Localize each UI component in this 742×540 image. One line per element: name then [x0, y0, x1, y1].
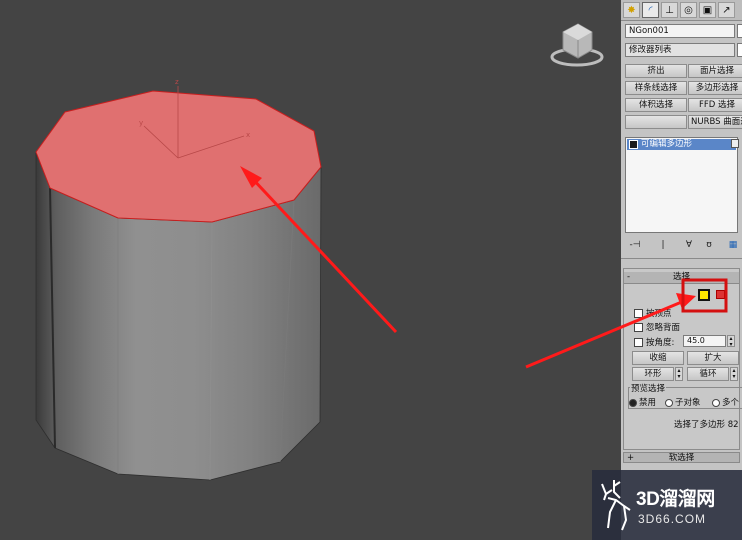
modifier-list-dropdown[interactable]: 修改器列表 [625, 43, 735, 57]
selection-rollout: - 选择 按顶点 忽略背面 按角度: 45.0 ▴ ▾ 收缩 扩大 环形 ▴ ▾ 循… [623, 268, 742, 450]
perspective-viewport[interactable]: x y z [0, 0, 621, 540]
rollout-collapse-icon: - [627, 272, 631, 282]
preview-disabled-label: 禁用 [639, 398, 657, 408]
svg-text:x: x [246, 131, 250, 139]
grow-button[interactable]: 扩大 [687, 351, 739, 365]
by-vertex-checkbox[interactable] [634, 309, 643, 318]
watermark-url: 3D66.COM [638, 512, 707, 526]
polygon-level-icon[interactable] [698, 289, 710, 301]
poly-select-button[interactable]: 多边形选择 [688, 81, 742, 95]
object-name-field[interactable]: NGon001 [625, 24, 735, 38]
stack-item-toggle[interactable] [731, 139, 739, 148]
command-panel: ✸ ◜ ⊥ ◎ ▣ ↗ NGon001 修改器列表 挤出 面片选择 样条线选择 … [621, 0, 742, 540]
remove-modifier-icon[interactable]: ʊ [703, 240, 715, 250]
viewcube-icon [550, 23, 604, 67]
element-level-icon[interactable] [716, 290, 725, 299]
viewport-canvas: x y z [35, 23, 604, 481]
stack-item-editable-poly[interactable]: 可编辑多边形 [627, 139, 736, 150]
command-panel-tabs: ✸ ◜ ⊥ ◎ ▣ ↗ [621, 0, 742, 21]
spline-select-button[interactable]: 样条线选择 [625, 81, 687, 95]
preview-multi-radio[interactable] [712, 399, 720, 407]
modifier-stack[interactable]: 可编辑多边形 [625, 137, 739, 233]
ring-spinner[interactable]: ▴ ▾ [675, 367, 683, 381]
by-angle-spinner[interactable]: ▴ ▾ [727, 335, 735, 348]
collapse-icon[interactable] [629, 140, 638, 149]
by-vertex-label: 按顶点 [646, 309, 672, 319]
motion-tab-icon[interactable]: ◎ [680, 2, 697, 18]
create-tab-icon[interactable]: ✸ [623, 2, 640, 18]
ignore-backfacing-label: 忽略背面 [646, 323, 681, 333]
deer-logo-icon [601, 480, 631, 531]
utilities-tab-icon[interactable]: ↗ [718, 2, 735, 18]
object-color-swatch[interactable] [737, 24, 742, 38]
loop-spinner[interactable]: ▴ ▾ [730, 367, 738, 381]
shrink-button[interactable]: 收缩 [632, 351, 684, 365]
ffd-select-button[interactable]: FFD 选择 [688, 98, 742, 112]
svg-text:z: z [175, 78, 179, 86]
extrude-modifier-button[interactable]: 挤出 [625, 64, 687, 78]
modify-tab-icon[interactable]: ◜ [642, 2, 659, 18]
selection-status-text: 选择了多边形 82 [674, 420, 739, 430]
watermark: 3D溜溜网 3D66.COM [592, 470, 742, 540]
by-angle-input[interactable]: 45.0 [683, 335, 726, 347]
preview-disabled-radio[interactable] [629, 399, 637, 407]
by-angle-label: 按角度: [646, 338, 675, 348]
patch-select-button[interactable]: 面片选择 [688, 64, 742, 78]
loop-button[interactable]: 循环 [687, 367, 729, 381]
panel-divider [621, 258, 742, 259]
preview-subobject-radio[interactable] [665, 399, 673, 407]
configure-sets-icon[interactable]: ▦ [727, 240, 739, 250]
show-end-result-icon[interactable]: | [657, 240, 669, 250]
nurbs-surface-select-button[interactable]: NURBS 曲面选 [688, 115, 742, 129]
preview-selection-label: 预览选择 [630, 382, 667, 394]
soft-selection-rollout-header[interactable]: + 软选择 [623, 452, 740, 463]
selection-rollout-header[interactable]: - 选择 [624, 272, 739, 284]
ring-button[interactable]: 环形 [632, 367, 674, 381]
make-unique-icon[interactable]: ∀ [683, 240, 695, 250]
empty-modifier-button[interactable] [625, 115, 687, 129]
stack-item-label: 可编辑多边形 [641, 139, 693, 149]
modifier-list-arrow[interactable] [737, 43, 742, 57]
watermark-brand: 3D溜溜网 [636, 489, 715, 510]
display-tab-icon[interactable]: ▣ [699, 2, 716, 18]
selection-rollout-title: 选择 [672, 272, 690, 282]
ignore-backfacing-checkbox[interactable] [634, 323, 643, 332]
preview-subobject-label: 子对象 [675, 398, 701, 408]
pin-stack-icon[interactable]: -⊣ [629, 240, 641, 250]
soft-selection-title: 软选择 [668, 453, 695, 463]
hierarchy-tab-icon[interactable]: ⊥ [661, 2, 678, 18]
preview-multi-label: 多个 [722, 398, 740, 408]
rollout-expand-icon: + [627, 453, 635, 463]
volume-select-button[interactable]: 体积选择 [625, 98, 687, 112]
svg-text:y: y [139, 119, 143, 127]
by-angle-checkbox[interactable] [634, 338, 643, 347]
